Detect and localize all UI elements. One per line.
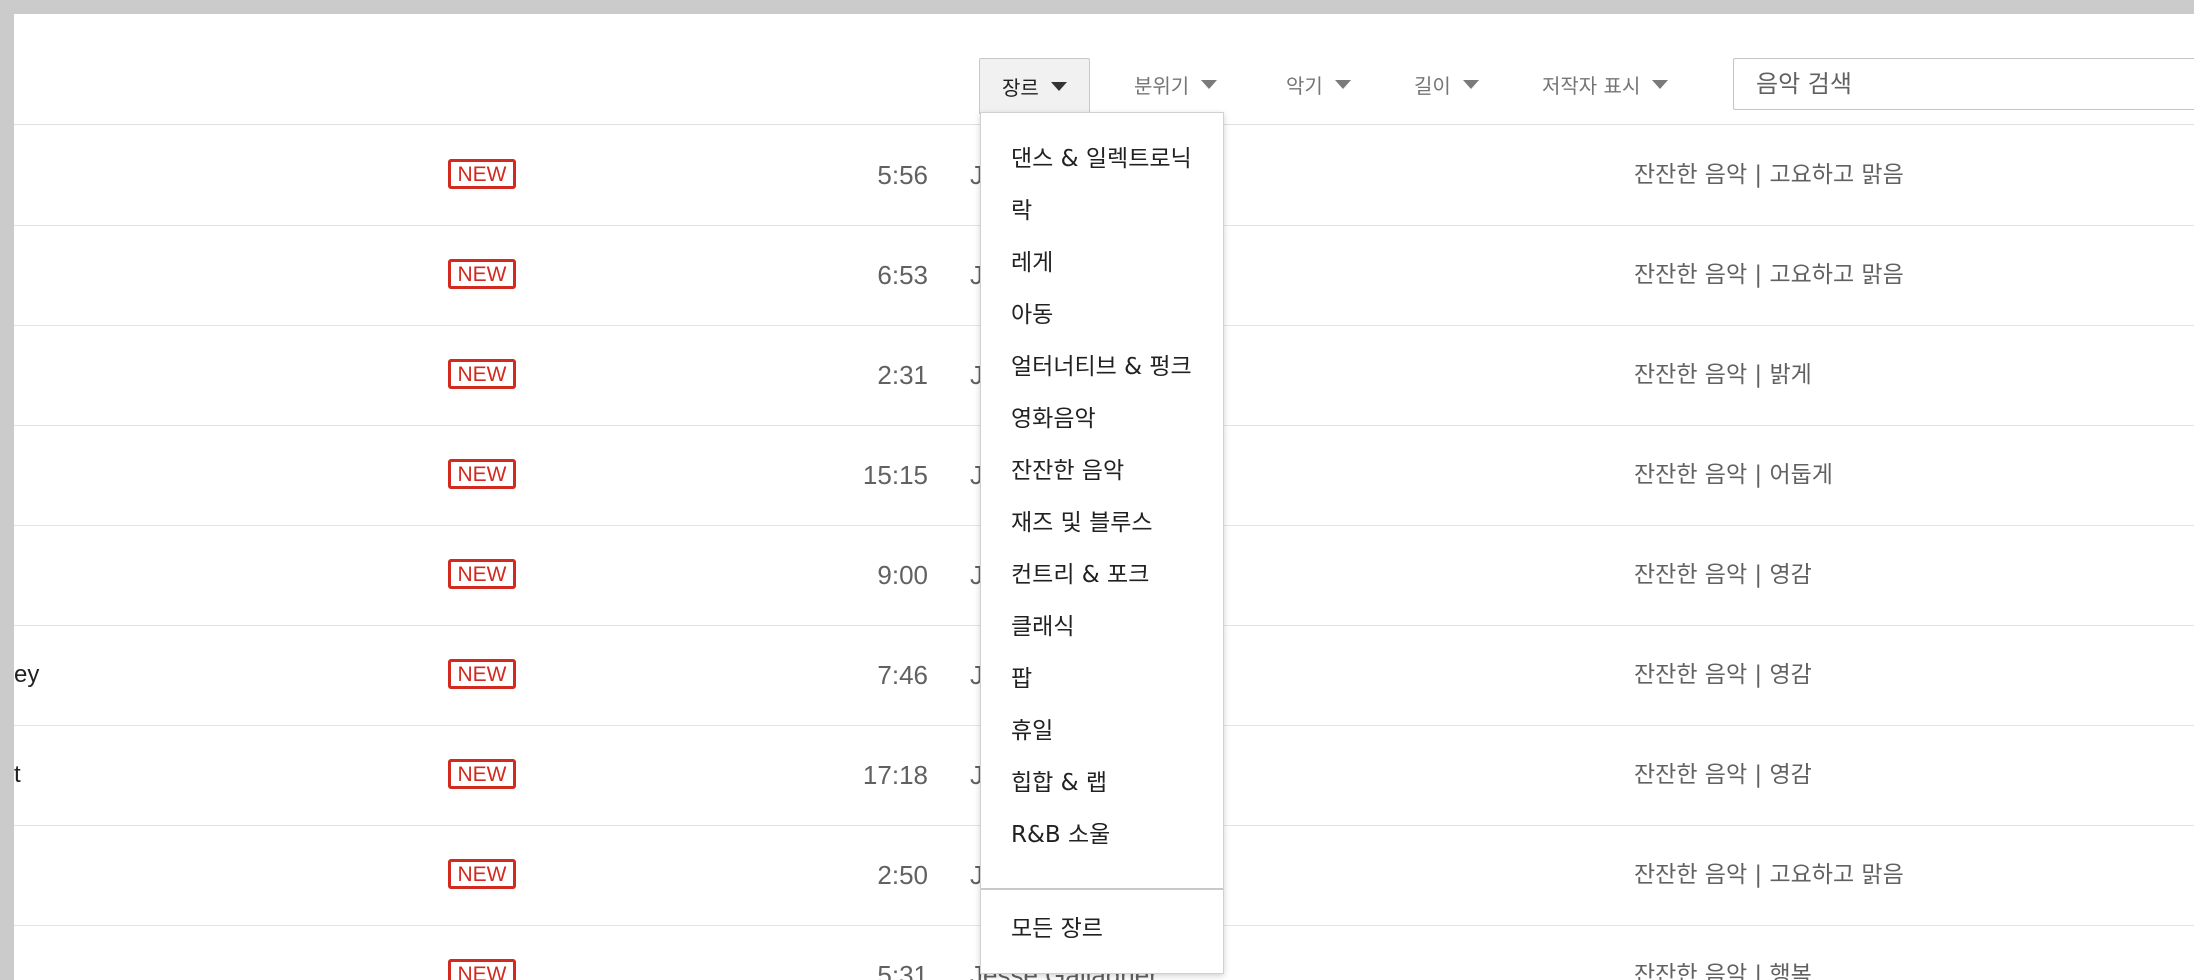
track-category: 잔잔한 음악 | 고요하고 맑음 <box>1634 262 1904 288</box>
instrument-filter-label: 악기 <box>1286 73 1323 98</box>
menu-divider <box>981 888 1223 890</box>
genre-option[interactable]: 재즈 및 블루스 <box>981 497 1223 549</box>
track-duration: 17:18 <box>862 760 928 790</box>
new-badge: NEW <box>448 759 516 789</box>
new-badge: NEW <box>448 459 516 489</box>
track-category: 잔잔한 음악 | 밝게 <box>1634 362 1812 388</box>
new-badge: NEW <box>448 959 516 980</box>
genre-option[interactable]: 댄스 & 일렉트로닉 <box>981 133 1223 185</box>
new-badge: NEW <box>448 659 516 689</box>
genre-option[interactable]: 영화음악 <box>981 393 1223 445</box>
genre-option[interactable]: 얼터너티브 & 펑크 <box>981 341 1223 393</box>
genre-option[interactable]: 레게 <box>981 237 1223 289</box>
mood-filter-label: 분위기 <box>1134 73 1190 98</box>
caret-down-icon <box>1462 79 1479 89</box>
genre-filter-button[interactable]: 장르 <box>979 58 1090 114</box>
attribution-filter-button[interactable]: 저작자 표시 <box>1542 58 1669 110</box>
track-duration: 7:46 <box>877 660 928 690</box>
track-duration: 9:00 <box>877 560 928 590</box>
track-title: ey <box>14 661 40 688</box>
track-category: 잔잔한 음악 | 영감 <box>1634 762 1812 788</box>
caret-down-icon <box>1334 79 1351 89</box>
genre-option[interactable]: 팝 <box>981 653 1223 705</box>
duration-filter-button[interactable]: 길이 <box>1414 58 1479 110</box>
attribution-filter-label: 저작자 표시 <box>1542 73 1641 98</box>
track-duration: 2:50 <box>877 860 928 890</box>
music-search-box[interactable] <box>1733 58 2194 110</box>
track-category: 잔잔한 음악 | 영감 <box>1634 562 1812 588</box>
genre-filter-label: 장르 <box>1002 76 1039 100</box>
track-duration: 6:53 <box>877 260 928 290</box>
genre-dropdown-menu: 댄스 & 일렉트로닉 락 레게 아동 얼터너티브 & 펑크 영화음악 잔잔한 음… <box>980 112 1224 974</box>
genre-option[interactable]: 잔잔한 음악 <box>981 445 1223 497</box>
track-title: t <box>14 761 21 788</box>
genre-option[interactable]: 클래식 <box>981 601 1223 653</box>
genre-option[interactable]: 힙합 & 랩 <box>981 757 1223 809</box>
music-library-panel: 장르 분위기 악기 길이 저작자 표시 NEW 5:56 J 잔잔한 음악 | … <box>14 14 2194 980</box>
genre-option[interactable]: R&B 소울 <box>981 809 1223 861</box>
new-badge: NEW <box>448 859 516 889</box>
track-category: 잔잔한 음악 | 행복 <box>1634 962 1812 980</box>
genre-option[interactable]: 컨트리 & 포크 <box>981 549 1223 601</box>
genre-option[interactable]: 아동 <box>981 289 1223 341</box>
caret-down-icon <box>1652 79 1669 89</box>
caret-down-icon <box>1050 82 1067 91</box>
mood-filter-button[interactable]: 분위기 <box>1134 58 1218 110</box>
filter-bar: 장르 분위기 악기 길이 저작자 표시 <box>14 14 2194 125</box>
track-category: 잔잔한 음악 | 고요하고 맑음 <box>1634 162 1904 188</box>
track-category: 잔잔한 음악 | 어둡게 <box>1634 462 1833 488</box>
track-duration: 5:56 <box>877 160 928 190</box>
duration-filter-label: 길이 <box>1414 73 1451 98</box>
music-search-input[interactable] <box>1754 69 2194 99</box>
track-category: 잔잔한 음악 | 고요하고 맑음 <box>1634 862 1904 888</box>
track-duration: 5:31 <box>877 960 928 980</box>
genre-option[interactable]: 휴일 <box>981 705 1223 757</box>
new-badge: NEW <box>448 559 516 589</box>
new-badge: NEW <box>448 259 516 289</box>
track-duration: 2:31 <box>877 360 928 390</box>
all-genres-option[interactable]: 모든 장르 <box>981 903 1223 955</box>
track-duration: 15:15 <box>862 460 928 490</box>
new-badge: NEW <box>448 359 516 389</box>
track-category: 잔잔한 음악 | 영감 <box>1634 662 1812 688</box>
caret-down-icon <box>1201 79 1218 89</box>
new-badge: NEW <box>448 159 516 189</box>
instrument-filter-button[interactable]: 악기 <box>1286 58 1351 110</box>
genre-option[interactable]: 락 <box>981 185 1223 237</box>
